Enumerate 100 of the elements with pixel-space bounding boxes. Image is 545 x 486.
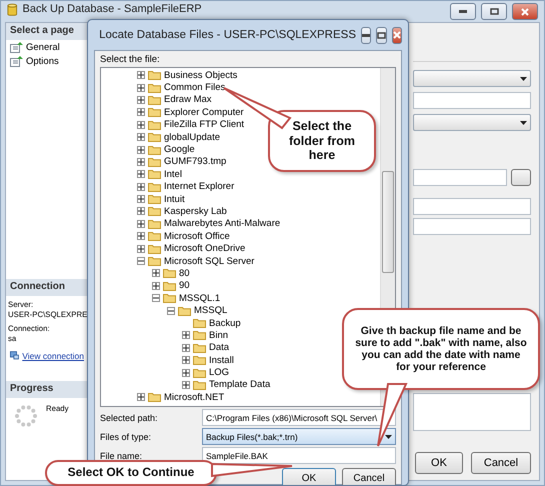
folder-icon [193, 368, 206, 378]
path-field[interactable]: C:\Program Files (x86)\Microsoft SQL Server\ [202, 409, 396, 426]
cancel-button[interactable]: Cancel [471, 452, 531, 474]
page-item[interactable]: Options [6, 54, 88, 68]
collapse-icon[interactable] [137, 257, 145, 266]
folder-icon [178, 306, 191, 316]
tree-item[interactable]: Kaspersky Lab [137, 205, 227, 218]
folder-icon [163, 280, 176, 291]
page-item[interactable]: General [6, 40, 88, 54]
expand-icon[interactable] [137, 120, 145, 129]
tree-item[interactable]: Microsoft SQL Server [137, 254, 254, 268]
maximize-icon [377, 32, 386, 38]
dropdown-caret-icon [385, 434, 392, 438]
section-header: Progress [6, 381, 88, 398]
expand-icon[interactable] [182, 344, 190, 352]
file-type-dropdown[interactable]: Backup Files(*.bak;*.trn) [202, 428, 396, 445]
minimize-icon [459, 10, 467, 13]
expand-icon[interactable] [137, 244, 145, 253]
tree-item[interactable]: FileZilla FTP Client [137, 118, 244, 131]
tree-item[interactable]: Business Objects [137, 69, 238, 82]
tree-item[interactable]: Microsoft.NET [137, 391, 224, 404]
expand-icon[interactable] [137, 195, 145, 204]
tree-item[interactable]: 80 [152, 267, 190, 280]
expand-icon[interactable] [137, 158, 145, 166]
tree-item[interactable]: Intuit [137, 192, 185, 206]
tree-item[interactable]: Microsoft Office [137, 230, 230, 242]
ok-button[interactable]: OK [415, 452, 463, 474]
expand-icon[interactable] [137, 133, 145, 142]
ok-button[interactable]: OK [282, 468, 336, 485]
scroll-thumb[interactable] [382, 171, 394, 273]
tree-item[interactable]: Template Data [182, 378, 270, 392]
text-field[interactable] [413, 198, 531, 215]
minimize-button[interactable] [450, 3, 476, 20]
tree-item[interactable]: globalUpdate [137, 130, 220, 144]
tree-item[interactable]: MSSQL.1 [152, 292, 220, 304]
expand-icon[interactable] [137, 232, 145, 240]
tree-item[interactable]: Explorer Computer [137, 106, 244, 119]
expand-icon[interactable] [137, 220, 145, 228]
expand-icon[interactable] [137, 96, 145, 104]
section-header: Connection [6, 279, 88, 296]
expand-icon[interactable] [137, 108, 145, 116]
window-title: Back Up Database - SampleFileERP [22, 3, 203, 15]
folder-icon [148, 392, 161, 402]
cancel-button[interactable]: Cancel [342, 468, 396, 485]
tree-item[interactable]: Microsoft OneDrive [137, 242, 246, 255]
browse-button[interactable] [511, 169, 531, 186]
close-button[interactable] [392, 26, 402, 44]
folder-icon [148, 169, 161, 180]
field-label: Selected path: [100, 412, 158, 422]
tree-item[interactable]: 90 [152, 280, 190, 292]
expand-icon[interactable] [182, 331, 190, 340]
tree-item[interactable]: Malwarebytes Anti-Malware [137, 218, 280, 230]
collapse-icon[interactable] [152, 294, 160, 302]
tree-item[interactable]: Internet Explorer [137, 180, 234, 193]
tree-item[interactable]: Google [137, 143, 195, 156]
maximize-button[interactable] [481, 3, 507, 20]
expand-icon[interactable] [137, 146, 145, 154]
dialog-title: Locate Database Files - USER-PC\SQLEXPRESS [99, 29, 356, 41]
expand-icon[interactable] [137, 170, 145, 178]
tree-item[interactable]: LOG [182, 366, 230, 379]
tree-item[interactable]: Backup [182, 316, 241, 330]
database-icon [7, 3, 18, 17]
collapse-icon[interactable] [167, 306, 175, 315]
tree-item[interactable]: Edraw Max [137, 94, 212, 106]
tree-item[interactable]: Common Files [137, 81, 226, 94]
tree-label: Select the file: [100, 54, 161, 65]
expand-icon[interactable] [152, 269, 160, 278]
expand-icon[interactable] [152, 282, 160, 290]
page-icon [10, 41, 24, 53]
field-label: File name: [100, 450, 142, 460]
tree-item[interactable]: MSSQL [167, 304, 228, 317]
tree-item[interactable]: GUMF793.tmp [137, 156, 226, 168]
maximize-icon [490, 8, 498, 15]
folder-icon [193, 330, 206, 340]
folder-icon [148, 132, 161, 142]
tree-item[interactable]: Data [182, 342, 230, 354]
expand-icon[interactable] [182, 368, 190, 377]
tree-item[interactable]: Intel [137, 168, 182, 181]
text-field[interactable] [413, 218, 531, 235]
expand-icon[interactable] [137, 182, 145, 191]
expand-icon[interactable] [137, 393, 145, 402]
folder-icon [148, 82, 161, 93]
expand-icon[interactable] [182, 380, 190, 389]
minimize-button[interactable] [361, 26, 371, 44]
close-icon [521, 8, 529, 16]
maximize-button[interactable] [376, 26, 387, 44]
text-field[interactable] [413, 92, 531, 109]
expand-icon[interactable] [137, 71, 145, 80]
expand-icon[interactable] [137, 84, 145, 92]
expand-icon[interactable] [137, 207, 145, 216]
expand-icon[interactable] [182, 356, 190, 364]
tree-item[interactable]: Binn [182, 329, 228, 342]
close-button[interactable] [512, 3, 538, 20]
folder-icon [193, 318, 206, 328]
field-label: Files of type: [100, 432, 152, 442]
text-field[interactable] [413, 169, 507, 186]
section-header: Select a page [6, 23, 88, 40]
view-connection-link[interactable]: View connection [22, 350, 84, 360]
tree-item[interactable]: Install [182, 354, 234, 366]
spinner-icon [14, 404, 38, 428]
